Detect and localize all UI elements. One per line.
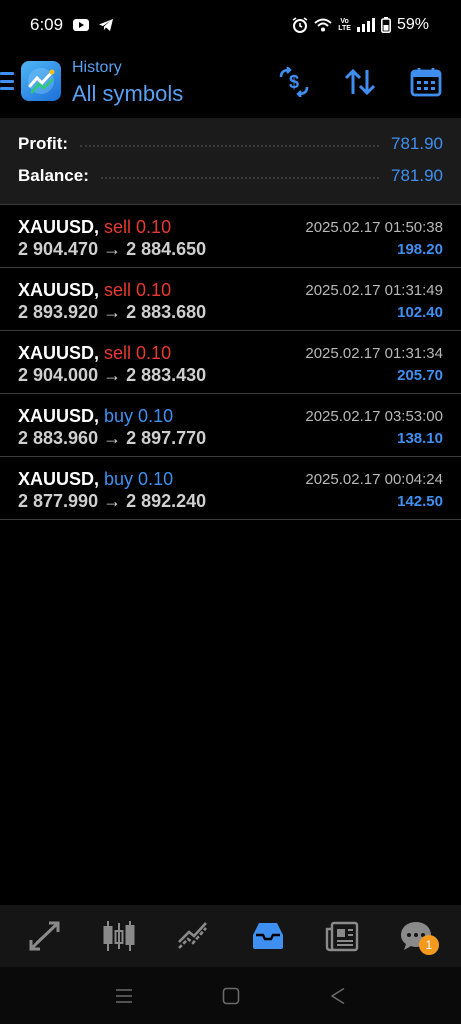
profit-value: 781.90: [391, 134, 443, 153]
deal-type: sell 0.10: [104, 280, 172, 300]
deal-time: 2025.02.17 01:31:34: [305, 345, 443, 362]
chat-badge: 1: [418, 935, 439, 955]
history-icon[interactable]: [243, 911, 293, 961]
divider: [100, 177, 379, 179]
page-subtitle: History: [72, 59, 122, 76]
list-item[interactable]: XAUUSD, sell 0.10 2 904.000 → 2 883.430 …: [0, 331, 461, 394]
quotes-icon[interactable]: [20, 911, 70, 961]
status-time: 6:09: [30, 15, 64, 34]
deal-prices: 2 893.920 → 2 883.680: [18, 302, 207, 322]
battery-icon: [380, 17, 391, 33]
deals-list: XAUUSD, sell 0.10 2 904.470 → 2 884.650 …: [0, 204, 461, 520]
svg-text:$: $: [289, 72, 299, 92]
wifi-icon: [314, 18, 332, 32]
balance-row: Balance: 781.90: [18, 164, 443, 188]
list-item[interactable]: XAUUSD, buy 0.10 2 877.990 → 2 892.240 2…: [0, 457, 461, 520]
deal-time: 2025.02.17 03:53:00: [305, 408, 443, 425]
list-item[interactable]: XAUUSD, sell 0.10 2 904.470 → 2 884.650 …: [0, 205, 461, 268]
deal-symbol: XAUUSD,: [18, 469, 100, 489]
telegram-icon: [99, 19, 114, 31]
deal-symbol: XAUUSD,: [18, 406, 100, 426]
home-button[interactable]: [211, 976, 251, 1016]
deal-type: buy 0.10: [104, 406, 174, 426]
deal-symbol: XAUUSD,: [18, 343, 100, 363]
top-app-bar: History All symbols $: [0, 50, 461, 118]
balance-label: Balance:: [18, 166, 89, 185]
news-icon[interactable]: [317, 911, 367, 961]
currency-icon[interactable]: $: [277, 65, 311, 99]
deal-time: 2025.02.17 01:50:38: [305, 219, 443, 236]
chat-icon[interactable]: 1: [391, 911, 441, 961]
deal-prices: 2 904.470 → 2 884.650: [18, 239, 207, 259]
chart-icon[interactable]: [94, 911, 144, 961]
sort-icon[interactable]: [343, 65, 377, 99]
volte-icon: Vo LTE: [338, 18, 351, 32]
deal-symbol: XAUUSD,: [18, 217, 100, 237]
deal-time: 2025.02.17 00:04:24: [305, 471, 443, 488]
signal-icon: [356, 18, 375, 32]
list-item[interactable]: XAUUSD, buy 0.10 2 883.960 → 2 897.770 2…: [0, 394, 461, 457]
balance-value: 781.90: [391, 166, 443, 185]
deal-type: sell 0.10: [104, 217, 172, 237]
page-title: All symbols: [72, 81, 184, 106]
system-nav-bar: [0, 967, 461, 1024]
deal-profit: 205.70: [397, 367, 443, 384]
battery-percent: 59%: [396, 16, 429, 33]
deal-profit: 142.50: [397, 493, 443, 510]
deal-profit: 138.10: [397, 430, 443, 447]
deal-prices: 2 877.990 → 2 892.240: [18, 491, 207, 511]
app-logo: [21, 61, 61, 101]
deal-profit: 102.40: [397, 304, 443, 321]
alarm-icon: [292, 17, 308, 33]
deal-time: 2025.02.17 01:31:49: [305, 282, 443, 299]
profit-label: Profit:: [18, 134, 69, 153]
status-bar: 6:09 Vo LTE 59%: [0, 0, 461, 50]
youtube-icon: [73, 19, 90, 31]
deal-prices: 2 904.000 → 2 883.430: [18, 365, 207, 385]
back-button[interactable]: [318, 976, 358, 1016]
deal-prices: 2 883.960 → 2 897.770: [18, 428, 207, 448]
summary-panel: Profit: 781.90 Balance: 781.90: [0, 118, 461, 204]
deal-type: sell 0.10: [104, 343, 172, 363]
list-item[interactable]: XAUUSD, sell 0.10 2 893.920 → 2 883.680 …: [0, 268, 461, 331]
bottom-tab-bar: 1: [0, 905, 461, 967]
profit-row: Profit: 781.90: [18, 132, 443, 156]
title-block[interactable]: History All symbols: [72, 58, 183, 108]
menu-icon[interactable]: [0, 72, 14, 90]
deal-profit: 198.20: [397, 241, 443, 258]
recents-button[interactable]: [104, 976, 144, 1016]
divider: [80, 145, 379, 147]
trade-icon[interactable]: [168, 911, 218, 961]
deal-type: buy 0.10: [104, 469, 174, 489]
calendar-icon[interactable]: [409, 65, 443, 99]
deal-symbol: XAUUSD,: [18, 280, 100, 300]
